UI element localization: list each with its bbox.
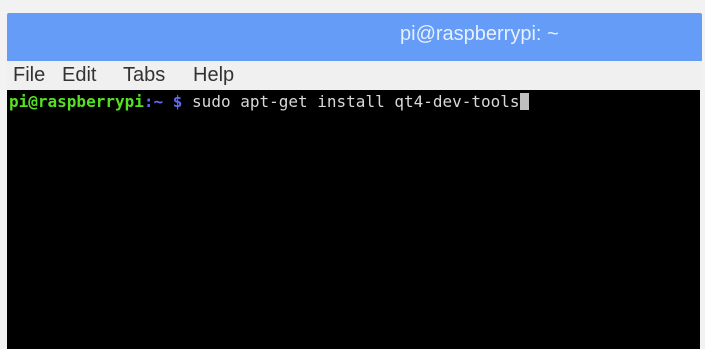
terminal-window: pi@raspberrypi: ~ File Edit Tabs Help pi…: [0, 0, 705, 349]
menu-bar: File Edit Tabs Help: [7, 61, 702, 90]
menu-tabs[interactable]: Tabs: [123, 61, 165, 89]
menu-edit[interactable]: Edit: [62, 61, 96, 89]
text-cursor: [519, 93, 529, 110]
window-title: pi@raspberrypi: ~: [400, 23, 559, 45]
menu-help[interactable]: Help: [193, 61, 234, 89]
command-text: sudo apt-get install qt4-dev-tools: [192, 92, 520, 111]
prompt-user-host: pi@raspberrypi: [9, 92, 144, 111]
prompt-path: :~: [143, 92, 164, 111]
menu-file[interactable]: File: [13, 61, 45, 89]
command-line: pi@raspberrypi:~ $ sudo apt-get install …: [9, 92, 529, 112]
prompt-symbol: $: [172, 92, 183, 111]
scrollbar[interactable]: [700, 90, 702, 349]
terminal-area[interactable]: pi@raspberrypi:~ $ sudo apt-get install …: [7, 90, 700, 349]
title-bar[interactable]: pi@raspberrypi: ~: [7, 13, 702, 61]
